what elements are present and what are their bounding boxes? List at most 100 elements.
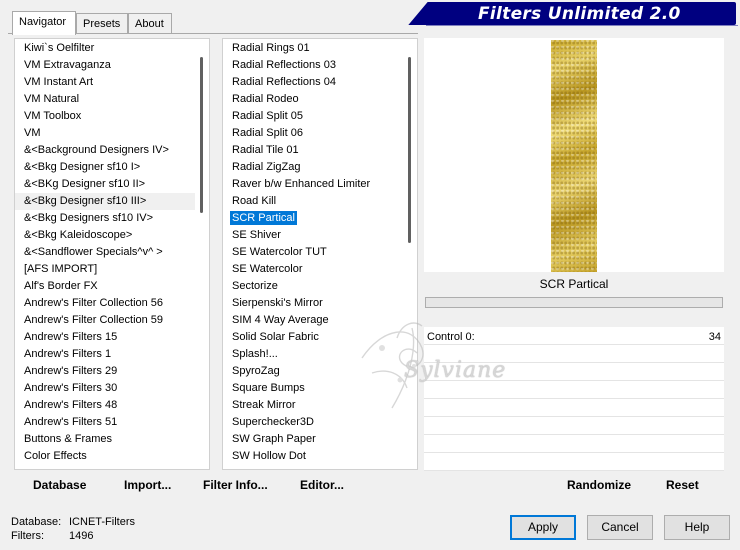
list-item[interactable]: Sectorize	[223, 278, 403, 295]
list-item[interactable]: SW Graph Paper	[223, 431, 403, 448]
list-item[interactable]: VM Natural	[15, 91, 195, 108]
list-item[interactable]: VM Instant Art	[15, 74, 195, 91]
list-item[interactable]: Radial Rings 01	[223, 40, 403, 57]
list-item-label: SIM 4 Way Average	[232, 314, 329, 326]
randomize-button[interactable]: Randomize	[567, 478, 631, 492]
category-scroll-thumb[interactable]	[200, 57, 203, 213]
list-item[interactable]: Radial ZigZag	[223, 159, 403, 176]
list-item-label: Radial Tile 01	[232, 144, 299, 156]
list-item-label: Splash!...	[232, 348, 278, 360]
list-item-label: Andrew's Filters 15	[24, 331, 118, 343]
list-item-label: SE Watercolor	[232, 263, 303, 275]
list-item[interactable]: Radial Split 05	[223, 108, 403, 125]
watermark-text: Sylviane	[404, 358, 507, 383]
tab-navigator[interactable]: Navigator	[12, 11, 76, 35]
list-item[interactable]: SE Watercolor TUT	[223, 244, 403, 261]
list-item-label: Sectorize	[232, 280, 278, 292]
list-item-label: Andrew's Filter Collection 56	[24, 297, 164, 309]
list-item[interactable]: Color Effects	[15, 448, 195, 465]
list-item-label: VM Natural	[24, 93, 80, 105]
database-value: ICNET-Filters	[69, 516, 135, 528]
list-item-label: Radial Rodeo	[232, 93, 299, 105]
list-item[interactable]: Andrew's Filters 29	[15, 363, 195, 380]
list-item[interactable]: Buttons & Frames	[15, 431, 195, 448]
list-item-label: &<Bkg Designer sf10 I>	[24, 161, 141, 173]
list-item-label: Radial Reflections 04	[232, 76, 336, 88]
list-item[interactable]: Andrew's Filters 15	[15, 329, 195, 346]
list-item-label: Color Effects	[24, 450, 87, 462]
list-item-label: VM Toolbox	[24, 110, 82, 122]
list-item[interactable]: Sierpenski's Mirror	[223, 295, 403, 312]
reset-button[interactable]: Reset	[666, 478, 699, 492]
list-item[interactable]: [AFS IMPORT]	[15, 261, 195, 278]
cancel-button[interactable]: Cancel	[587, 515, 653, 540]
list-item[interactable]: Radial Split 06	[223, 125, 403, 142]
list-item-label: &<Bkg Designers sf10 IV>	[24, 212, 154, 224]
category-list[interactable]: Kiwi`s Oelfilter VM Extravaganza VM Instan…	[14, 38, 210, 470]
preview-image	[551, 40, 597, 272]
list-item-label: Andrew's Filters 1	[24, 348, 112, 360]
help-button[interactable]: Help	[664, 515, 730, 540]
editor-button[interactable]: Editor...	[300, 478, 344, 492]
app-title: Filters Unlimited 2.0	[478, 4, 681, 24]
list-item[interactable]: Kiwi`s Oelfilter	[15, 40, 195, 57]
list-item[interactable]: VM Extravaganza	[15, 57, 195, 74]
list-item[interactable]: Radial Reflections 04	[223, 74, 403, 91]
list-item[interactable]: VM	[15, 125, 195, 142]
list-item[interactable]: &<Bkg Designer sf10 III>	[15, 193, 195, 210]
list-item[interactable]: Radial Tile 01	[223, 142, 403, 159]
filter-scroll-thumb[interactable]	[408, 57, 411, 243]
tab-presets[interactable]: Presets	[76, 13, 128, 34]
list-item-label: SW Hollow Dot	[232, 450, 306, 462]
category-scrollbar[interactable]	[195, 39, 209, 469]
list-item-label: Andrew's Filters 29	[24, 365, 118, 377]
list-item[interactable]: SW Hollow Dot	[223, 448, 403, 465]
list-item-label: Alf's Border FX	[24, 280, 98, 292]
list-item[interactable]: &<Bkg Designers sf10 IV>	[15, 210, 195, 227]
apply-button[interactable]: Apply	[510, 515, 576, 540]
list-item[interactable]: Raver b/w Enhanced Limiter	[223, 176, 403, 193]
list-item[interactable]: &<Sandflower Specials^v^ >	[15, 244, 195, 261]
list-item[interactable]: Andrew's Filter Collection 59	[15, 312, 195, 329]
list-item-label: SE Watercolor TUT	[232, 246, 327, 258]
list-item[interactable]: SE Shiver	[223, 227, 403, 244]
list-item-label: VM Instant Art	[24, 76, 94, 88]
list-item-label: SW Graph Paper	[232, 433, 316, 445]
control-row-empty	[424, 454, 724, 471]
list-item[interactable]: Radial Reflections 03	[223, 57, 403, 74]
list-item[interactable]: Road Kill	[223, 193, 403, 210]
tab-about[interactable]: About	[128, 13, 172, 34]
list-item[interactable]: Andrew's Filters 51	[15, 414, 195, 431]
list-item[interactable]: Alf's Border FX	[15, 278, 195, 295]
list-item[interactable]: SE Watercolor	[223, 261, 403, 278]
list-item[interactable]: Andrew's Filter Collection 56	[15, 295, 195, 312]
list-item[interactable]: &<Bkg Kaleidoscope>	[15, 227, 195, 244]
list-item[interactable]: Radial Rodeo	[223, 91, 403, 108]
list-item-label: Andrew's Filters 51	[24, 416, 118, 428]
list-item-label: &<Bkg Designer sf10 III>	[24, 195, 147, 207]
list-item[interactable]: &<Bkg Designer sf10 I>	[15, 159, 195, 176]
list-item-label: Buttons & Frames	[24, 433, 113, 445]
list-item[interactable]: &<Background Designers IV>	[15, 142, 195, 159]
list-item[interactable]: Andrew's Filters 30	[15, 380, 195, 397]
selected-filter-name: SCR Partical	[424, 272, 724, 296]
filter-info-button[interactable]: Filter Info...	[203, 478, 268, 492]
list-item-label: Superchecker3D	[232, 416, 314, 428]
list-item[interactable]: Andrew's Filters 1	[15, 346, 195, 363]
list-item[interactable]: &<BKg Designer sf10 II>	[15, 176, 195, 193]
preview-slider[interactable]	[425, 297, 723, 308]
list-item-label: Radial Split 06	[232, 127, 303, 139]
list-item[interactable]: Andrew's Filters 48	[15, 397, 195, 414]
list-item-label: VM	[24, 127, 41, 139]
list-item-label: Radial Reflections 03	[232, 59, 336, 71]
list-item-label: Andrew's Filters 48	[24, 399, 118, 411]
import-button[interactable]: Import...	[124, 478, 171, 492]
list-item-label: Streak Mirror	[232, 399, 296, 411]
list-item-label: Solid Solar Fabric	[232, 331, 319, 343]
filters-count-value: 1496	[69, 530, 94, 542]
list-item[interactable]: SCR Partical	[223, 210, 403, 227]
list-item[interactable]: VM Toolbox	[15, 108, 195, 125]
list-item-label: Sierpenski's Mirror	[232, 297, 323, 309]
database-button[interactable]: Database	[33, 478, 86, 492]
list-item-label: SCR Partical	[230, 211, 297, 225]
